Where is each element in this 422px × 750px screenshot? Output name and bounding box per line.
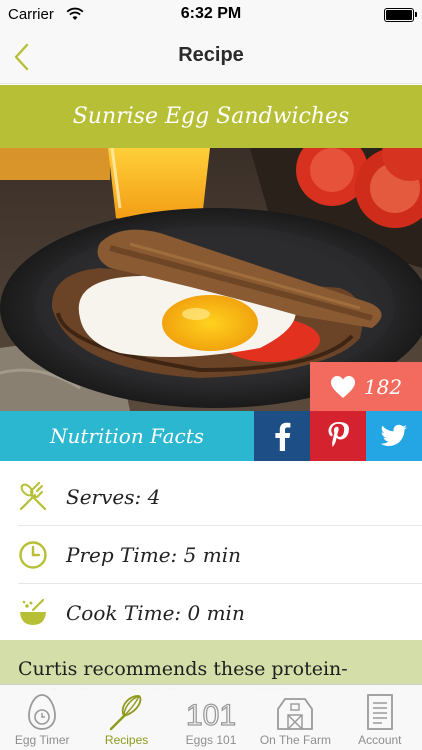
tab-bar: Egg Timer Recipes 101 Eggs 101 On The Fa… xyxy=(0,684,422,750)
heart-icon xyxy=(330,375,355,398)
prep-time-text: Prep Time: 5 min xyxy=(66,542,241,567)
share-pinterest-button[interactable] xyxy=(310,411,366,461)
tab-eggs-101-label: Eggs 101 xyxy=(185,733,237,747)
prep-time-row: Prep Time: 5 min xyxy=(18,526,422,584)
clock-icon xyxy=(18,540,66,570)
page-title: Recipe xyxy=(178,44,244,66)
status-bar: Carrier 6:32 PM xyxy=(0,0,422,30)
serves-text: Serves: 4 xyxy=(66,484,161,509)
cook-time-row: Cook Time: 0 min xyxy=(18,584,422,642)
battery-icon xyxy=(384,8,417,22)
recipe-title: Sunrise Egg Sandwiches xyxy=(72,104,350,129)
svg-text:101: 101 xyxy=(186,699,236,731)
tab-recipes-label: Recipes xyxy=(104,733,149,747)
clock: 6:32 PM xyxy=(180,5,242,22)
tab-account-label: Account xyxy=(358,733,402,747)
like-count: 182 xyxy=(363,374,403,399)
barn-icon xyxy=(275,691,315,733)
tab-recipes[interactable]: Recipes xyxy=(84,685,168,750)
tab-egg-timer-label: Egg Timer xyxy=(14,733,70,747)
nutrition-facts-label: Nutrition Facts xyxy=(49,424,205,448)
tab-on-the-farm[interactable]: On The Farm xyxy=(253,685,337,750)
serves-row: Serves: 4 xyxy=(18,468,422,526)
tab-on-the-farm-label: On The Farm xyxy=(259,733,331,747)
whisk-icon xyxy=(109,691,145,733)
pinterest-icon xyxy=(328,422,349,447)
share-twitter-button[interactable] xyxy=(366,411,422,461)
document-icon xyxy=(366,691,394,733)
tab-egg-timer[interactable]: Egg Timer xyxy=(0,685,84,750)
mixing-bowl-icon xyxy=(18,598,66,628)
nutrition-facts-button[interactable]: Nutrition Facts xyxy=(0,411,254,461)
tab-eggs-101[interactable]: 101 Eggs 101 xyxy=(169,685,253,750)
recipe-info-list: Serves: 4 Prep Time: 5 min Cook Time: 0 … xyxy=(0,468,422,642)
recipe-title-banner: Sunrise Egg Sandwiches xyxy=(0,85,422,148)
navigation-bar: Recipe xyxy=(0,30,422,84)
eggs-101-icon: 101 xyxy=(186,691,236,733)
utensils-icon xyxy=(18,481,66,512)
action-row: Nutrition Facts xyxy=(0,411,422,461)
like-button[interactable]: 182 xyxy=(310,362,422,411)
recipe-description: Curtis recommends these protein-packed s… xyxy=(0,640,422,690)
twitter-icon xyxy=(380,424,407,446)
facebook-icon xyxy=(275,422,291,451)
share-facebook-button[interactable] xyxy=(254,411,310,461)
cook-time-text: Cook Time: 0 min xyxy=(66,601,245,625)
egg-timer-icon xyxy=(27,691,57,733)
tab-account[interactable]: Account xyxy=(338,685,422,750)
